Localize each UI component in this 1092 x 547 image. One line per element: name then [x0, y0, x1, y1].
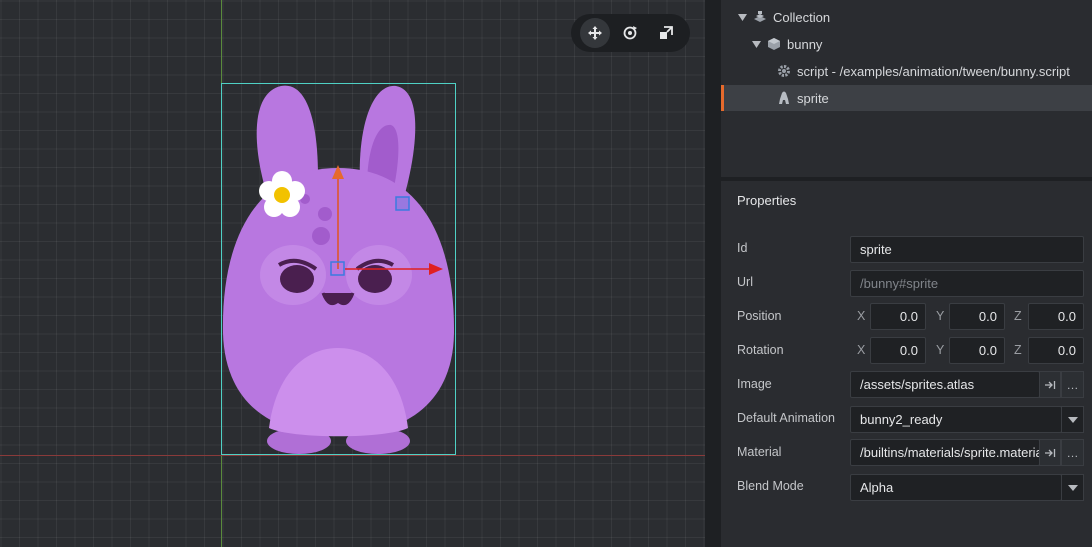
scene-viewport[interactable] — [0, 0, 705, 547]
material-browse-button[interactable]: … — [1061, 439, 1084, 466]
move-icon — [587, 26, 602, 40]
image-browse-button[interactable]: … — [1061, 371, 1084, 398]
collection-icon — [753, 10, 767, 24]
blend-mode-dropdown-button[interactable] — [1061, 474, 1084, 501]
image-label: Image — [737, 377, 772, 391]
material-label: Material — [737, 445, 782, 459]
default-animation-label: Default Animation — [737, 411, 835, 425]
image-goto-button[interactable] — [1039, 371, 1061, 398]
position-y-field[interactable]: 0.0 — [949, 303, 1005, 330]
position-x-field[interactable]: 0.0 — [870, 303, 926, 330]
goto-icon — [1045, 448, 1056, 457]
ellipsis-icon: … — [1066, 377, 1079, 392]
url-label: Url — [737, 275, 753, 289]
rotate-icon — [624, 26, 638, 40]
sprite-bounds — [221, 83, 456, 455]
material-field[interactable]: /builtins/materials/sprite.material — [850, 439, 1040, 466]
position-z-field[interactable]: 0.0 — [1028, 303, 1084, 330]
position-y-letter: Y — [936, 309, 945, 323]
default-animation-dropdown-button[interactable] — [1061, 406, 1084, 433]
rotate-tool-button[interactable] — [615, 18, 645, 48]
image-field[interactable]: /assets/sprites.atlas — [850, 371, 1040, 398]
position-z-letter: Z — [1014, 309, 1022, 323]
default-animation-select[interactable]: bunny2_ready — [850, 406, 1062, 433]
ellipsis-icon: … — [1066, 445, 1079, 460]
rotation-x-letter: X — [857, 343, 866, 357]
tree-item-script[interactable]: script - /examples/animation/tween/bunny… — [721, 58, 1092, 84]
properties-title: Properties — [737, 193, 797, 208]
chevron-down-icon[interactable] — [737, 12, 747, 22]
rotation-y-letter: Y — [936, 343, 945, 357]
script-gear-icon — [777, 64, 791, 78]
blend-mode-label: Blend Mode — [737, 479, 804, 493]
outline-tree: Collection bunny script - /examples/anim… — [721, 0, 1092, 177]
tree-item-label: sprite — [797, 90, 829, 106]
rotation-y-field[interactable]: 0.0 — [949, 337, 1005, 364]
material-goto-button[interactable] — [1039, 439, 1061, 466]
rotation-label: Rotation — [737, 343, 784, 357]
move-tool-button[interactable] — [579, 18, 610, 48]
x-axis-line — [0, 455, 705, 456]
rotation-x-field[interactable]: 0.0 — [870, 337, 926, 364]
rotation-z-field[interactable]: 0.0 — [1028, 337, 1084, 364]
panel-divider[interactable] — [721, 177, 1092, 181]
goto-icon — [1045, 380, 1056, 389]
tree-item-label: Collection — [773, 9, 831, 25]
tree-item-collection[interactable]: Collection — [721, 4, 1092, 30]
blend-mode-select[interactable]: Alpha — [850, 474, 1062, 501]
tree-item-label: bunny — [787, 36, 823, 52]
gameobject-icon — [767, 37, 781, 51]
chevron-down-icon — [1067, 416, 1078, 423]
position-label: Position — [737, 309, 782, 323]
scale-icon — [660, 26, 674, 39]
id-field[interactable]: sprite — [850, 236, 1084, 263]
position-x-letter: X — [857, 309, 866, 323]
tree-item-sprite[interactable]: sprite — [721, 85, 1092, 111]
id-label: Id — [737, 241, 748, 255]
chevron-down-icon[interactable] — [751, 39, 761, 49]
tree-item-bunny[interactable]: bunny — [721, 31, 1092, 57]
url-field[interactable]: /bunny#sprite — [850, 270, 1084, 297]
sprite-icon — [777, 91, 791, 105]
chevron-down-icon — [1067, 484, 1078, 491]
scale-tool-button[interactable] — [651, 18, 681, 48]
panel-splitter[interactable] — [705, 0, 721, 547]
side-panel: Collection bunny script - /examples/anim… — [721, 0, 1092, 547]
tree-item-label: script - /examples/animation/tween/bunny… — [797, 63, 1070, 79]
manipulator-toolbar — [571, 14, 690, 52]
rotation-z-letter: Z — [1014, 343, 1022, 357]
